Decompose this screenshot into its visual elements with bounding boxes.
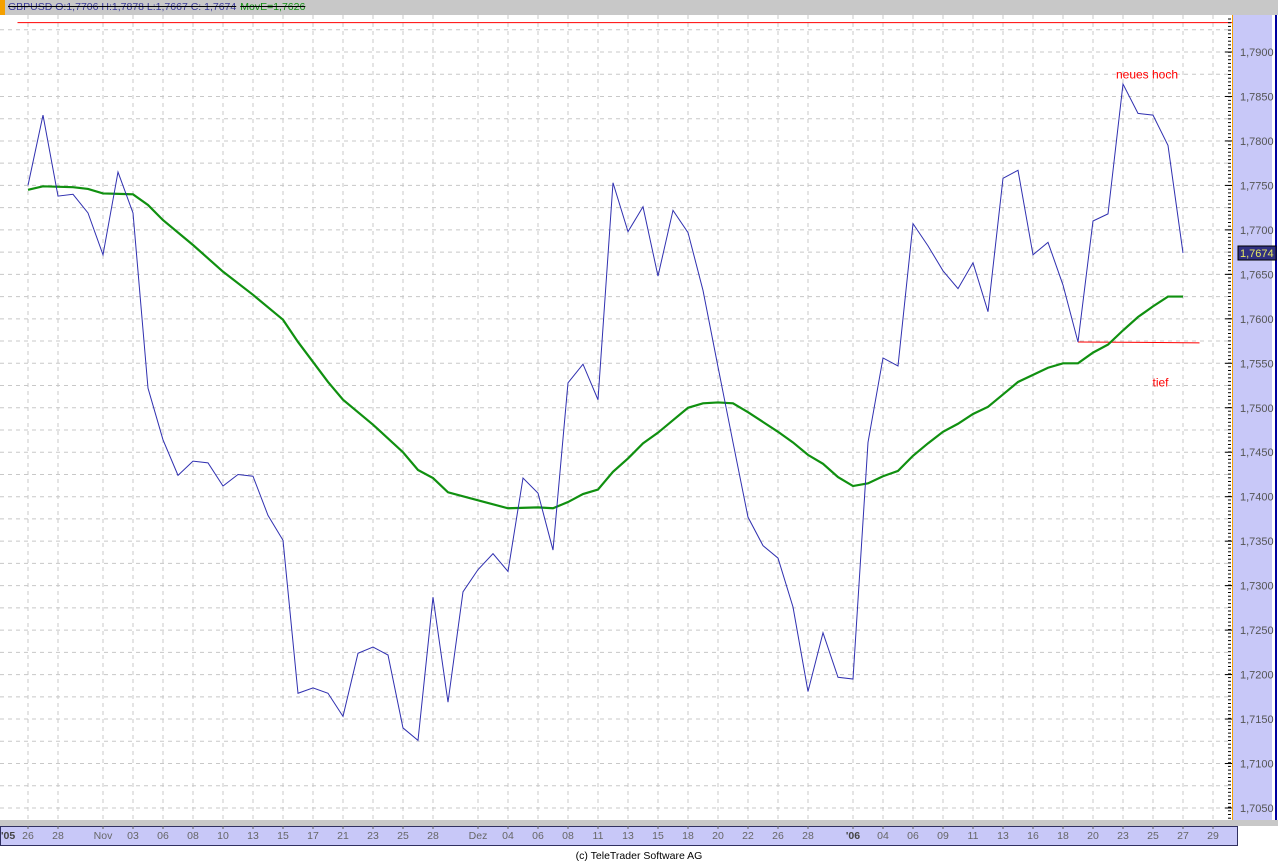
last-price-label: 1,7674 [1240,248,1274,260]
x-tick-label: '05 [1,830,15,842]
y-tick-label: 1,7100 [1240,759,1274,771]
x-tick-label: 11 [968,830,979,842]
x-tick-label: 11 [593,830,604,842]
x-tick-label: 17 [307,830,319,842]
x-tick-label: 18 [682,830,694,842]
x-tick-label: 26 [22,830,34,842]
y-tick-label: 1,7300 [1240,581,1274,593]
x-tick-label: 23 [367,830,379,842]
x-tick-label: 06 [157,830,169,842]
x-tick-label: 20 [712,830,724,842]
y-tick-label: 1,7050 [1240,803,1274,815]
y-tick-label: 1,7400 [1240,492,1274,504]
x-tick-label: 13 [622,830,634,842]
annotation-label: neues hoch [1116,68,1178,82]
y-tick-label: 1,7550 [1240,358,1274,370]
x-tick-label: 25 [397,830,409,842]
x-tick-label: 28 [802,830,814,842]
x-tick-label: 28 [52,830,64,842]
y-tick-label: 1,7750 [1240,180,1274,192]
x-tick-label: 06 [532,830,544,842]
x-axis-panel [0,826,1238,846]
x-tick-label: 13 [997,830,1009,842]
x-tick-label: '06 [846,830,860,842]
y-tick-label: 1,7600 [1240,314,1274,326]
x-tick-label: Nov [94,830,113,842]
x-tick-label: 20 [1087,830,1099,842]
x-tick-label: 10 [217,830,229,842]
x-tick-label: 08 [562,830,574,842]
x-tick-label: 15 [652,830,664,842]
x-tick-label: 25 [1147,830,1159,842]
x-tick-label: 16 [1027,830,1039,842]
x-tick-label: 18 [1057,830,1069,842]
x-tick-label: 04 [877,830,889,842]
y-tick-label: 1,7850 [1240,91,1274,103]
x-tick-label: 09 [937,830,949,842]
price-chart[interactable]: neues hoch tief 1,7050 1,7100 1,7150 1,7200 1,… [0,0,1278,848]
copyright-text: (c) TeleTrader Software AG [575,850,703,862]
y-tick-label: 1,7800 [1240,136,1274,148]
y-tick-label: 1,7500 [1240,403,1274,415]
y-tick-label: 1,7700 [1240,225,1274,237]
x-tick-label: 29 [1207,830,1219,842]
x-tick-label: Dez [469,830,488,842]
x-tick-label: 04 [502,830,514,842]
x-tick-label: 21 [337,830,349,842]
x-tick-label: 22 [742,830,754,842]
y-tick-label: 1,7900 [1240,47,1274,59]
x-tick-label: 08 [187,830,199,842]
x-tick-label: 15 [277,830,289,842]
y-tick-label: 1,7650 [1240,269,1274,281]
x-tick-label: 28 [427,830,439,842]
y-tick-label: 1,7450 [1240,447,1274,459]
x-tick-label: 23 [1117,830,1129,842]
plot-area [0,15,1232,826]
x-tick-label: 03 [127,830,139,842]
y-tick-label: 1,7150 [1240,714,1274,726]
x-tick-label: 13 [247,830,259,842]
x-axis-separator [0,820,1278,826]
x-tick-label: 06 [907,830,919,842]
x-tick-label: 27 [1177,830,1189,842]
y-tick-label: 1,7250 [1240,625,1274,637]
annotation-label: tief [1152,375,1169,389]
y-tick-label: 1,7200 [1240,670,1274,682]
x-tick-label: 26 [772,830,784,842]
y-tick-label: 1,7350 [1240,536,1274,548]
